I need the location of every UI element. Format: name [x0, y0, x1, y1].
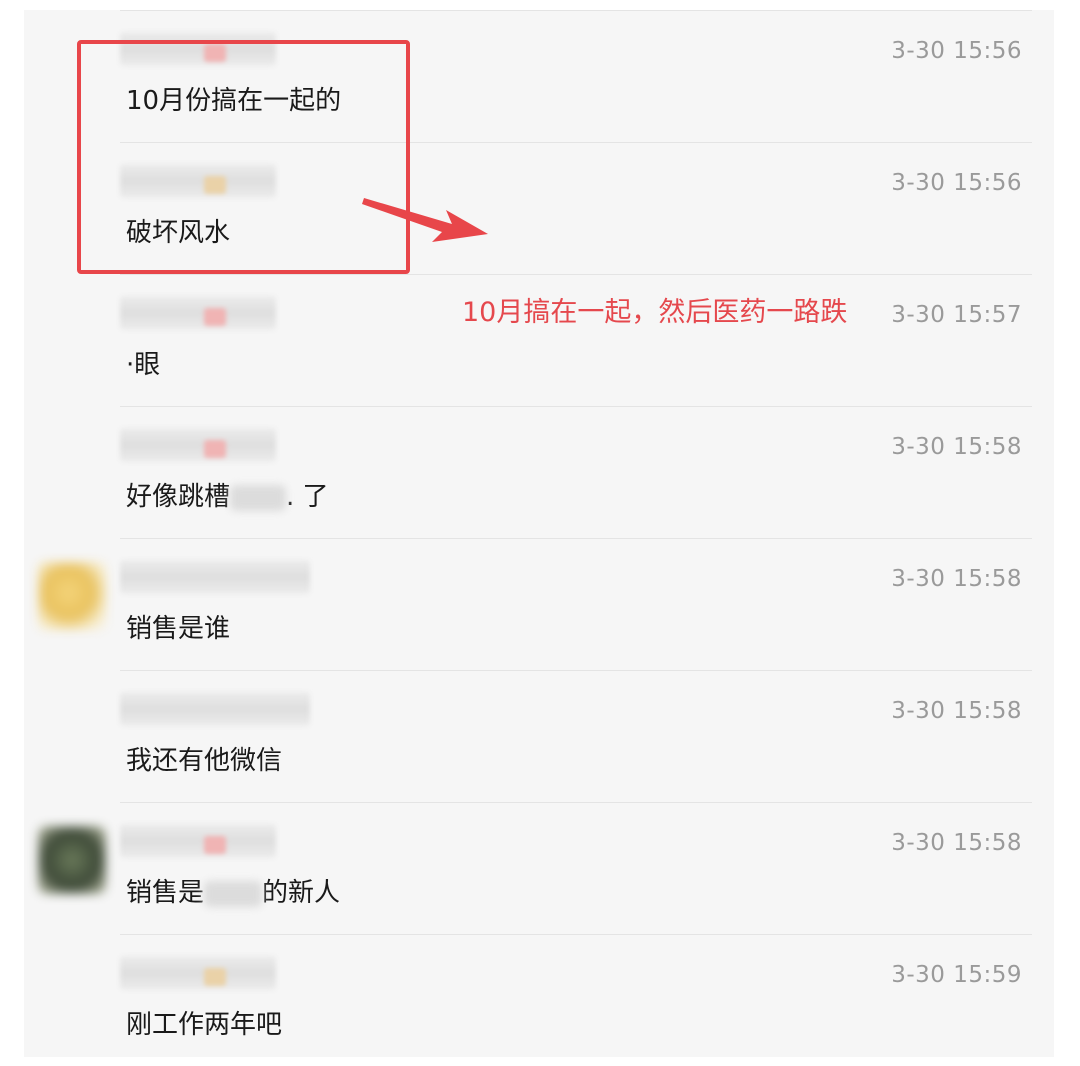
message-text-part: 销售是 — [126, 878, 205, 908]
sender-name-redacted — [120, 824, 276, 858]
chat-message[interactable]: 3-30 15:58 好像跳槽 . 了 — [24, 406, 1054, 538]
sender-name-redacted — [120, 560, 310, 594]
message-text: 好像跳槽 . 了 — [126, 476, 329, 513]
message-text-part: . 了 — [286, 482, 329, 512]
message-text: ·眼 — [126, 350, 161, 380]
message-time: 3-30 15:58 — [891, 434, 1022, 460]
message-text-part: 的新人 — [262, 878, 341, 908]
divider — [120, 802, 1032, 803]
sender-name-redacted — [120, 296, 276, 330]
annotation-text: 10月搞在一起，然后医药一路跌 — [462, 297, 848, 328]
message-text: 销售是 的新人 — [126, 872, 340, 909]
avatar[interactable] — [38, 562, 106, 630]
message-text: 刚工作两年吧 — [126, 1010, 283, 1040]
divider — [120, 274, 1032, 275]
message-time: 3-30 15:58 — [891, 698, 1022, 724]
message-text: 我还有他微信 — [126, 746, 283, 776]
chat-message[interactable]: 3-30 15:59 刚工作两年吧 — [24, 934, 1054, 1066]
message-time: 3-30 15:59 — [891, 962, 1022, 988]
chat-message[interactable]: 3-30 15:58 销售是谁 — [24, 538, 1054, 670]
chat-message[interactable]: 3-30 15:58 我还有他微信 — [24, 670, 1054, 802]
redacted-text — [230, 484, 287, 511]
message-time: 3-30 15:57 — [891, 302, 1022, 328]
divider — [120, 406, 1032, 407]
divider — [120, 538, 1032, 539]
sender-name-redacted — [120, 692, 310, 726]
message-time: 3-30 15:58 — [891, 830, 1022, 856]
message-time: 3-30 15:58 — [891, 566, 1022, 592]
arrow-right-icon — [362, 198, 488, 242]
message-text: 销售是谁 — [126, 614, 231, 644]
redacted-text — [204, 880, 263, 907]
chat-message[interactable]: 3-30 15:58 销售是 的新人 — [24, 802, 1054, 934]
message-time: 3-30 15:56 — [891, 38, 1022, 64]
message-time: 3-30 15:56 — [891, 170, 1022, 196]
avatar[interactable] — [38, 826, 106, 894]
divider — [120, 670, 1032, 671]
message-text-part: 好像跳槽 — [126, 482, 231, 512]
divider — [120, 10, 1032, 11]
divider — [120, 934, 1032, 935]
sender-name-redacted — [120, 428, 276, 462]
sender-name-redacted — [120, 956, 276, 990]
